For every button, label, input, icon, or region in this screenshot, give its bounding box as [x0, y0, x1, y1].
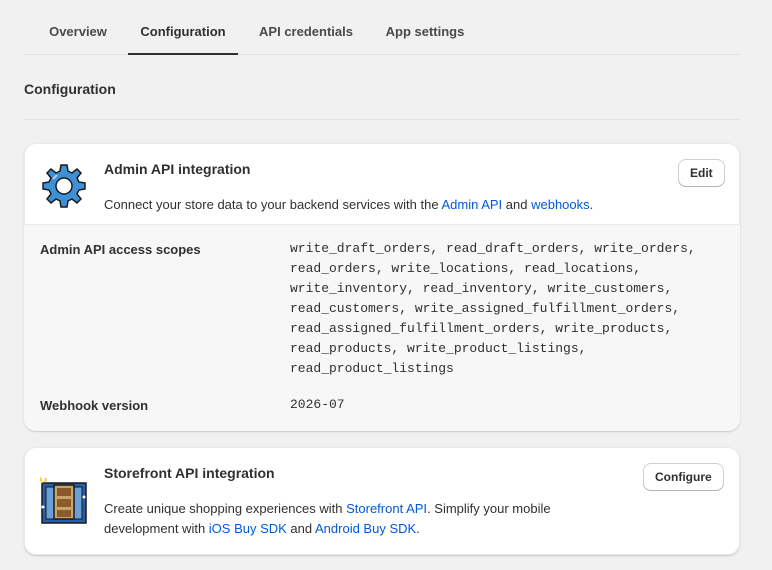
storefront-desc-line-1: Create unique shopping experiences with …	[104, 499, 704, 519]
configure-button[interactable]: Configure	[643, 463, 724, 491]
tab-bar: Overview Configuration API credentials A…	[24, 0, 741, 55]
storefront-icon	[39, 476, 88, 525]
storefront-api-title: Storefront API integration	[104, 465, 275, 481]
webhook-version-value: 2026-07	[290, 397, 345, 412]
ios-buy-sdk-link[interactable]: iOS Buy SDK	[209, 521, 287, 536]
scope-line: read_assigned_fulfillment_orders, write_…	[290, 321, 673, 336]
admin-desc-suffix: .	[589, 197, 594, 212]
android-buy-sdk-link[interactable]: Android Buy SDK	[315, 521, 416, 536]
section-divider	[24, 119, 741, 120]
storefront-api-link[interactable]: Storefront API	[346, 501, 427, 516]
admin-api-link[interactable]: Admin API	[441, 197, 502, 212]
webhooks-link[interactable]: webhooks	[531, 197, 590, 212]
storefront-desc2-and: and	[286, 521, 316, 536]
gear-icon	[40, 162, 88, 210]
tab-api-credentials[interactable]: API credentials	[258, 0, 354, 54]
access-scopes-label: Admin API access scopes	[40, 242, 201, 257]
scope-line: read_orders, write_locations, read_locat…	[290, 261, 642, 276]
storefront-desc2-suffix: .	[416, 521, 420, 536]
storefront-api-description: Create unique shopping experiences with …	[104, 499, 704, 539]
storefront-desc-line-2: development with iOS Buy SDK and Android…	[104, 519, 704, 539]
storefront-desc-prefix: Create unique shopping experiences with	[104, 501, 347, 516]
admin-api-title: Admin API integration	[104, 161, 251, 177]
tab-configuration[interactable]: Configuration	[128, 0, 238, 55]
page-title: Configuration	[24, 81, 116, 97]
admin-api-description: Connect your store data to your backend …	[104, 195, 593, 215]
storefront-api-card: Storefront API integration Configure Cre…	[24, 447, 740, 555]
tab-overview[interactable]: Overview	[48, 0, 108, 54]
webhook-version-label: Webhook version	[40, 398, 149, 413]
admin-api-card: Admin API integration Edit Connect your …	[24, 143, 740, 431]
storefront-desc2-prefix: development with	[104, 521, 209, 536]
scope-line: read_customers, write_assigned_fulfillme…	[290, 301, 681, 316]
scope-line: write_draft_orders, read_draft_orders, w…	[290, 241, 696, 256]
admin-desc-and: and	[502, 197, 532, 212]
tab-app-settings[interactable]: App settings	[385, 0, 465, 54]
scope-line: write_inventory, read_inventory, write_c…	[290, 281, 673, 296]
storefront-desc-suffix: . Simplify your mobile	[427, 501, 551, 516]
scope-line: read_product_listings	[290, 361, 454, 376]
edit-button[interactable]: Edit	[678, 159, 725, 187]
scope-line: read_products, write_product_listings,	[290, 341, 587, 356]
admin-api-details: Admin API access scopes write_draft_orde…	[24, 224, 740, 431]
admin-desc-prefix: Connect your store data to your backend …	[104, 197, 442, 212]
access-scopes-list: write_draft_orders, read_draft_orders, w…	[290, 239, 710, 379]
